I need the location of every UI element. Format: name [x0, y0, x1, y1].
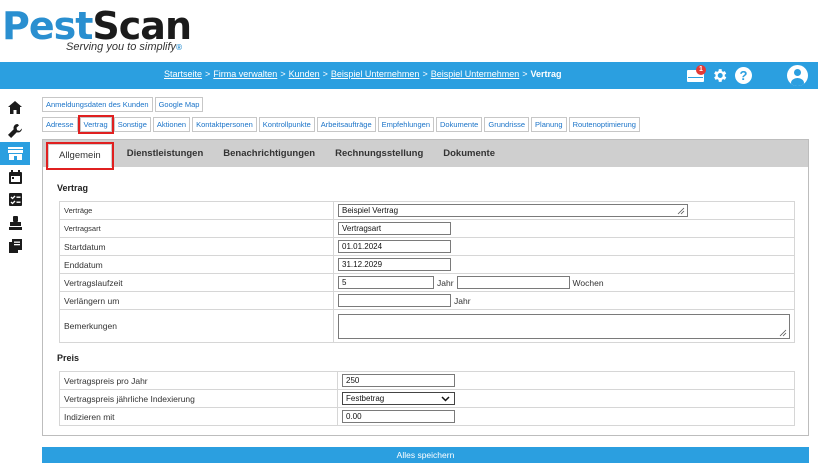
- tab-dokumente[interactable]: Dokumente: [433, 140, 505, 167]
- indexierung-select[interactable]: Festbetrag: [342, 392, 455, 405]
- enddatum-label: Enddatum: [59, 255, 334, 274]
- verlaengern-input[interactable]: [338, 294, 451, 307]
- notification-badge: 1: [696, 64, 706, 75]
- tab-benachrichtigungen[interactable]: Benachrichtigungen: [213, 140, 325, 167]
- vertragsart-label: Vertragsart: [59, 219, 334, 238]
- form-row-indizieren: Indizieren mit 0.00: [59, 407, 795, 426]
- form-row-laufzeit: Vertragslaufzeit 5 Jahr Wochen: [59, 273, 795, 292]
- vertragsart-input[interactable]: Vertragsart: [338, 222, 451, 235]
- stamp-icon: [8, 215, 22, 230]
- header-icons: 1 ?: [680, 64, 808, 87]
- mail-icon[interactable]: 1: [687, 64, 706, 82]
- verlaengern-jahr-unit: Jahr: [454, 295, 471, 306]
- bemerkungen-label: Bemerkungen: [59, 309, 334, 343]
- sidebar-customers[interactable]: [0, 142, 30, 165]
- enddatum-input[interactable]: 31.12.2029: [338, 258, 451, 271]
- german-flag-icon[interactable]: [759, 69, 780, 82]
- top-navigation-bar: Startseite > Firma verwalten > Kunden > Beispi…: [0, 62, 818, 89]
- section-sonstige-button[interactable]: Sonstige: [113, 117, 151, 132]
- section-arbeitsauftraege-button[interactable]: Arbeitsaufträge: [316, 117, 376, 132]
- preis-jahr-input[interactable]: 250: [342, 374, 455, 387]
- laufzeit-wochen-unit: Wochen: [572, 277, 604, 288]
- sidebar-calendar[interactable]: [0, 165, 30, 188]
- section-planung-button[interactable]: Planung: [531, 117, 567, 132]
- vertraege-label: Verträge: [59, 201, 334, 220]
- sidebar-library[interactable]: [0, 234, 30, 257]
- section-grundrisse-button[interactable]: Grundrisse: [484, 117, 530, 132]
- anmeldungsdaten-button[interactable]: Anmeldungsdaten des Kunden: [42, 97, 153, 112]
- laufzeit-jahr-unit: Jahr: [437, 277, 454, 288]
- form-row-enddatum: Enddatum 31.12.2029: [59, 255, 795, 274]
- section-routenoptimierung-button[interactable]: Routenoptimierung: [568, 117, 640, 132]
- startdatum-input[interactable]: 01.01.2024: [338, 240, 451, 253]
- section-kontrollpunkte-button[interactable]: Kontrollpunkte: [258, 117, 315, 132]
- customer-sections-row: Adresse Vertrag Sonstige Aktionen Kontak…: [42, 115, 642, 134]
- breadcrumb-current: Vertrag: [530, 69, 562, 79]
- user-avatar-icon[interactable]: [787, 65, 808, 86]
- preis-form-table: Vertragspreis pro Jahr 250 Vertragspreis…: [59, 371, 795, 426]
- vertrag-form-table: Verträge Beispiel Vertrag Vertragsart Ve…: [59, 201, 795, 343]
- home-icon: [8, 101, 22, 114]
- pestscan-logo: PestScan Serving you to simplify®: [0, 4, 200, 56]
- help-icon[interactable]: ?: [735, 67, 752, 84]
- store-icon: [7, 147, 23, 160]
- breadcrumb-link-kunden[interactable]: Kunden: [289, 69, 320, 79]
- laufzeit-label: Vertragslaufzeit: [59, 273, 334, 292]
- indizieren-label: Indizieren mit: [59, 407, 338, 426]
- calendar-icon: [8, 169, 22, 184]
- breadcrumb-link-unternehmen-1[interactable]: Beispiel Unternehmen: [331, 69, 420, 79]
- google-map-button[interactable]: Google Map: [154, 97, 204, 112]
- book-icon: [8, 238, 22, 253]
- form-row-vertraege: Verträge Beispiel Vertrag: [59, 201, 795, 220]
- startdatum-label: Startdatum: [59, 237, 334, 256]
- form-row-verlaengern: Verlängern um Jahr: [59, 291, 795, 310]
- wrench-icon: [8, 123, 22, 138]
- form-row-indexierung: Vertragspreis jährliche Indexierung Fest…: [59, 389, 795, 408]
- section-title-vertrag: Vertrag: [57, 183, 89, 193]
- gear-icon[interactable]: [711, 67, 728, 84]
- section-empfehlungen-button[interactable]: Empfehlungen: [377, 117, 434, 132]
- tab-allgemein[interactable]: Allgemein: [46, 142, 114, 170]
- sidebar-home[interactable]: [0, 96, 30, 119]
- laufzeit-wochen-input[interactable]: [456, 276, 570, 289]
- tab-bar: Allgemein Dienstleistungen Benachrichtig…: [43, 140, 808, 170]
- indexierung-label: Vertragspreis jährliche Indexierung: [59, 389, 338, 408]
- breadcrumb-link-firma[interactable]: Firma verwalten: [213, 69, 277, 79]
- sidebar-tools[interactable]: [0, 119, 30, 142]
- form-row-bemerkungen: Bemerkungen: [59, 309, 795, 343]
- save-all-button[interactable]: Alles speichern: [42, 447, 809, 463]
- section-dokumente-button[interactable]: Dokumente: [436, 117, 483, 132]
- customer-actions-row: Anmeldungsdaten des Kunden Google Map: [42, 97, 205, 112]
- breadcrumb-link-startseite[interactable]: Startseite: [164, 69, 202, 79]
- sidebar-tasks[interactable]: [0, 188, 30, 211]
- laufzeit-jahre-input[interactable]: 5: [338, 276, 434, 289]
- bemerkungen-textarea[interactable]: [338, 313, 790, 339]
- breadcrumb: Startseite > Firma verwalten > Kunden > Beispi…: [164, 69, 562, 79]
- preis-jahr-label: Vertragspreis pro Jahr: [59, 371, 338, 390]
- section-adresse-button[interactable]: Adresse: [42, 117, 78, 132]
- checklist-icon: [8, 193, 22, 206]
- section-kontaktpersonen-button[interactable]: Kontaktpersonen: [192, 117, 257, 132]
- breadcrumb-link-unternehmen-2[interactable]: Beispiel Unternehmen: [431, 69, 520, 79]
- section-aktionen-button[interactable]: Aktionen: [152, 117, 191, 132]
- contract-panel: Allgemein Dienstleistungen Benachrichtig…: [42, 139, 809, 436]
- form-row-startdatum: Startdatum 01.01.2024: [59, 237, 795, 256]
- sidebar-stamp[interactable]: [0, 211, 30, 234]
- tab-rechnungsstellung[interactable]: Rechnungsstellung: [325, 140, 433, 167]
- chevron-down-icon: [441, 396, 450, 402]
- left-sidebar: [0, 96, 30, 257]
- verlaengern-label: Verlängern um: [59, 291, 334, 310]
- form-row-vertragsart: Vertragsart Vertragsart: [59, 219, 795, 238]
- logo-tagline: Serving you to simplify®: [66, 41, 182, 53]
- tab-dienstleistungen[interactable]: Dienstleistungen: [117, 140, 214, 167]
- section-title-preis: Preis: [57, 353, 80, 363]
- section-vertrag-button[interactable]: Vertrag: [77, 115, 114, 134]
- indizieren-input[interactable]: 0.00: [342, 410, 455, 423]
- vertraege-input[interactable]: Beispiel Vertrag: [338, 204, 688, 217]
- form-row-preis-jahr: Vertragspreis pro Jahr 250: [59, 371, 795, 390]
